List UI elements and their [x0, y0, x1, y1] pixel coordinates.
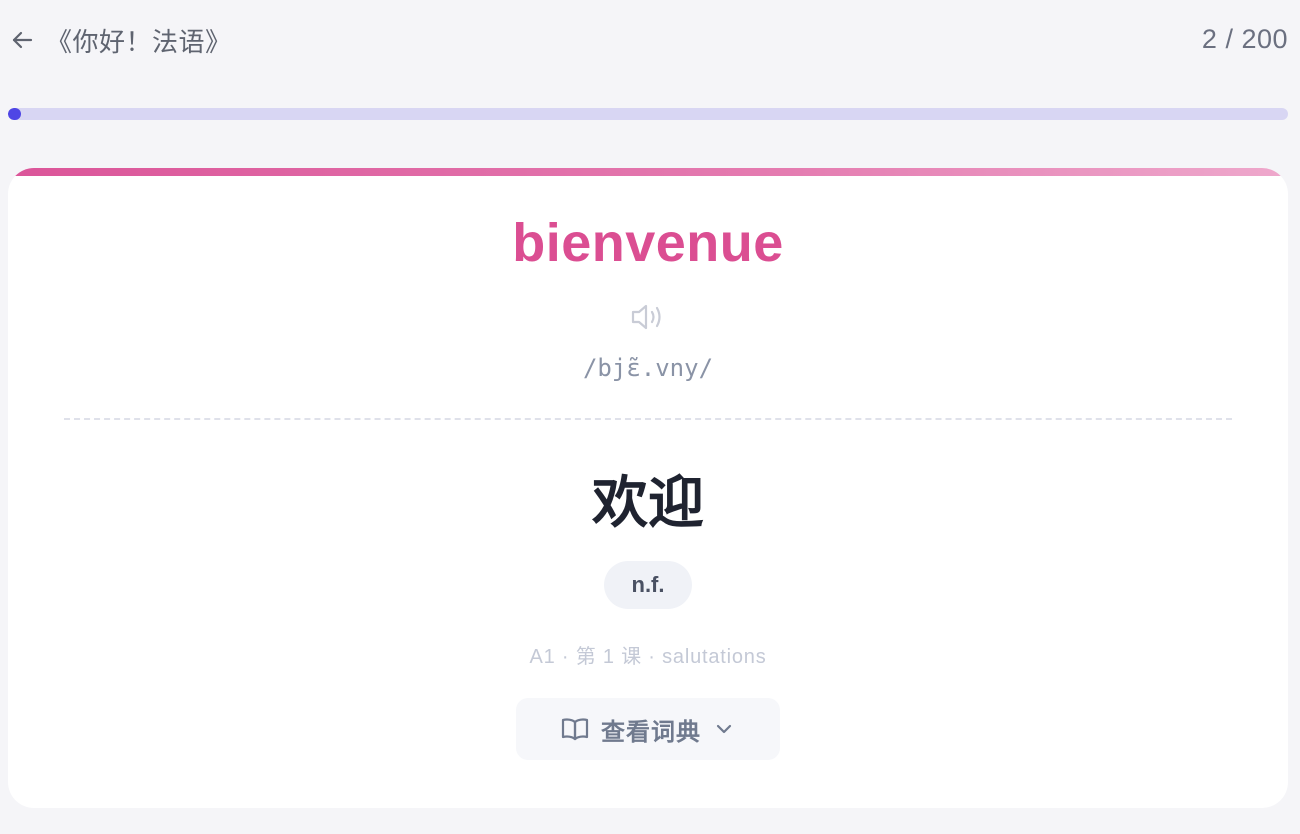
chevron-down-icon [713, 718, 735, 740]
book-title: 《你好！法语》 [46, 27, 232, 57]
part-of-speech-badge: n.f. [604, 561, 692, 609]
play-audio-button[interactable] [627, 298, 669, 336]
progress-bar-fill [8, 108, 21, 120]
progress-counter: 2 / 200 [1201, 24, 1288, 54]
progress-bar [8, 108, 1288, 120]
card-accent-strip [8, 168, 1288, 176]
top-bar: 《你好！法语》 2 / 200 [0, 0, 1300, 80]
book-open-icon [561, 716, 589, 742]
back-button[interactable] [8, 24, 36, 56]
divider [64, 418, 1232, 420]
phonetic-transcription: /bjɛ̃.vny/ [582, 354, 714, 382]
arrow-left-icon [10, 28, 34, 52]
view-dictionary-label: 查看词典 [601, 718, 701, 746]
french-word: bienvenue [512, 213, 784, 273]
flashcard: bienvenue /bjɛ̃.vny/ 欢迎 n.f. A1 · 第 1 课 … [8, 168, 1288, 808]
speaker-icon [629, 301, 667, 333]
view-dictionary-button[interactable]: 查看词典 [516, 698, 780, 760]
chinese-meaning: 欢迎 [592, 471, 704, 536]
lesson-meta: A1 · 第 1 课 · salutations [529, 646, 767, 668]
